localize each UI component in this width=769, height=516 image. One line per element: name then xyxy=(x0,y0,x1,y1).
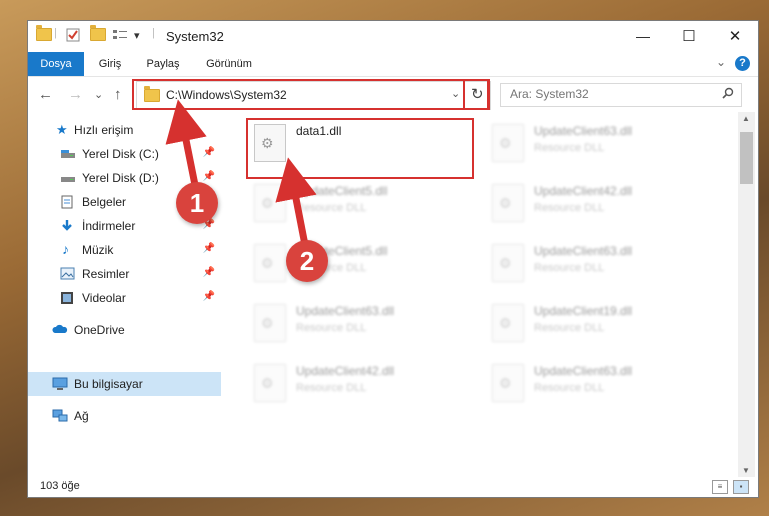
step-marker-2: 2 xyxy=(286,240,328,282)
step-marker-1: 1 xyxy=(176,182,218,224)
arrow-1 xyxy=(165,99,207,191)
annotation-arrows xyxy=(165,99,317,246)
arrow-2 xyxy=(275,157,317,246)
